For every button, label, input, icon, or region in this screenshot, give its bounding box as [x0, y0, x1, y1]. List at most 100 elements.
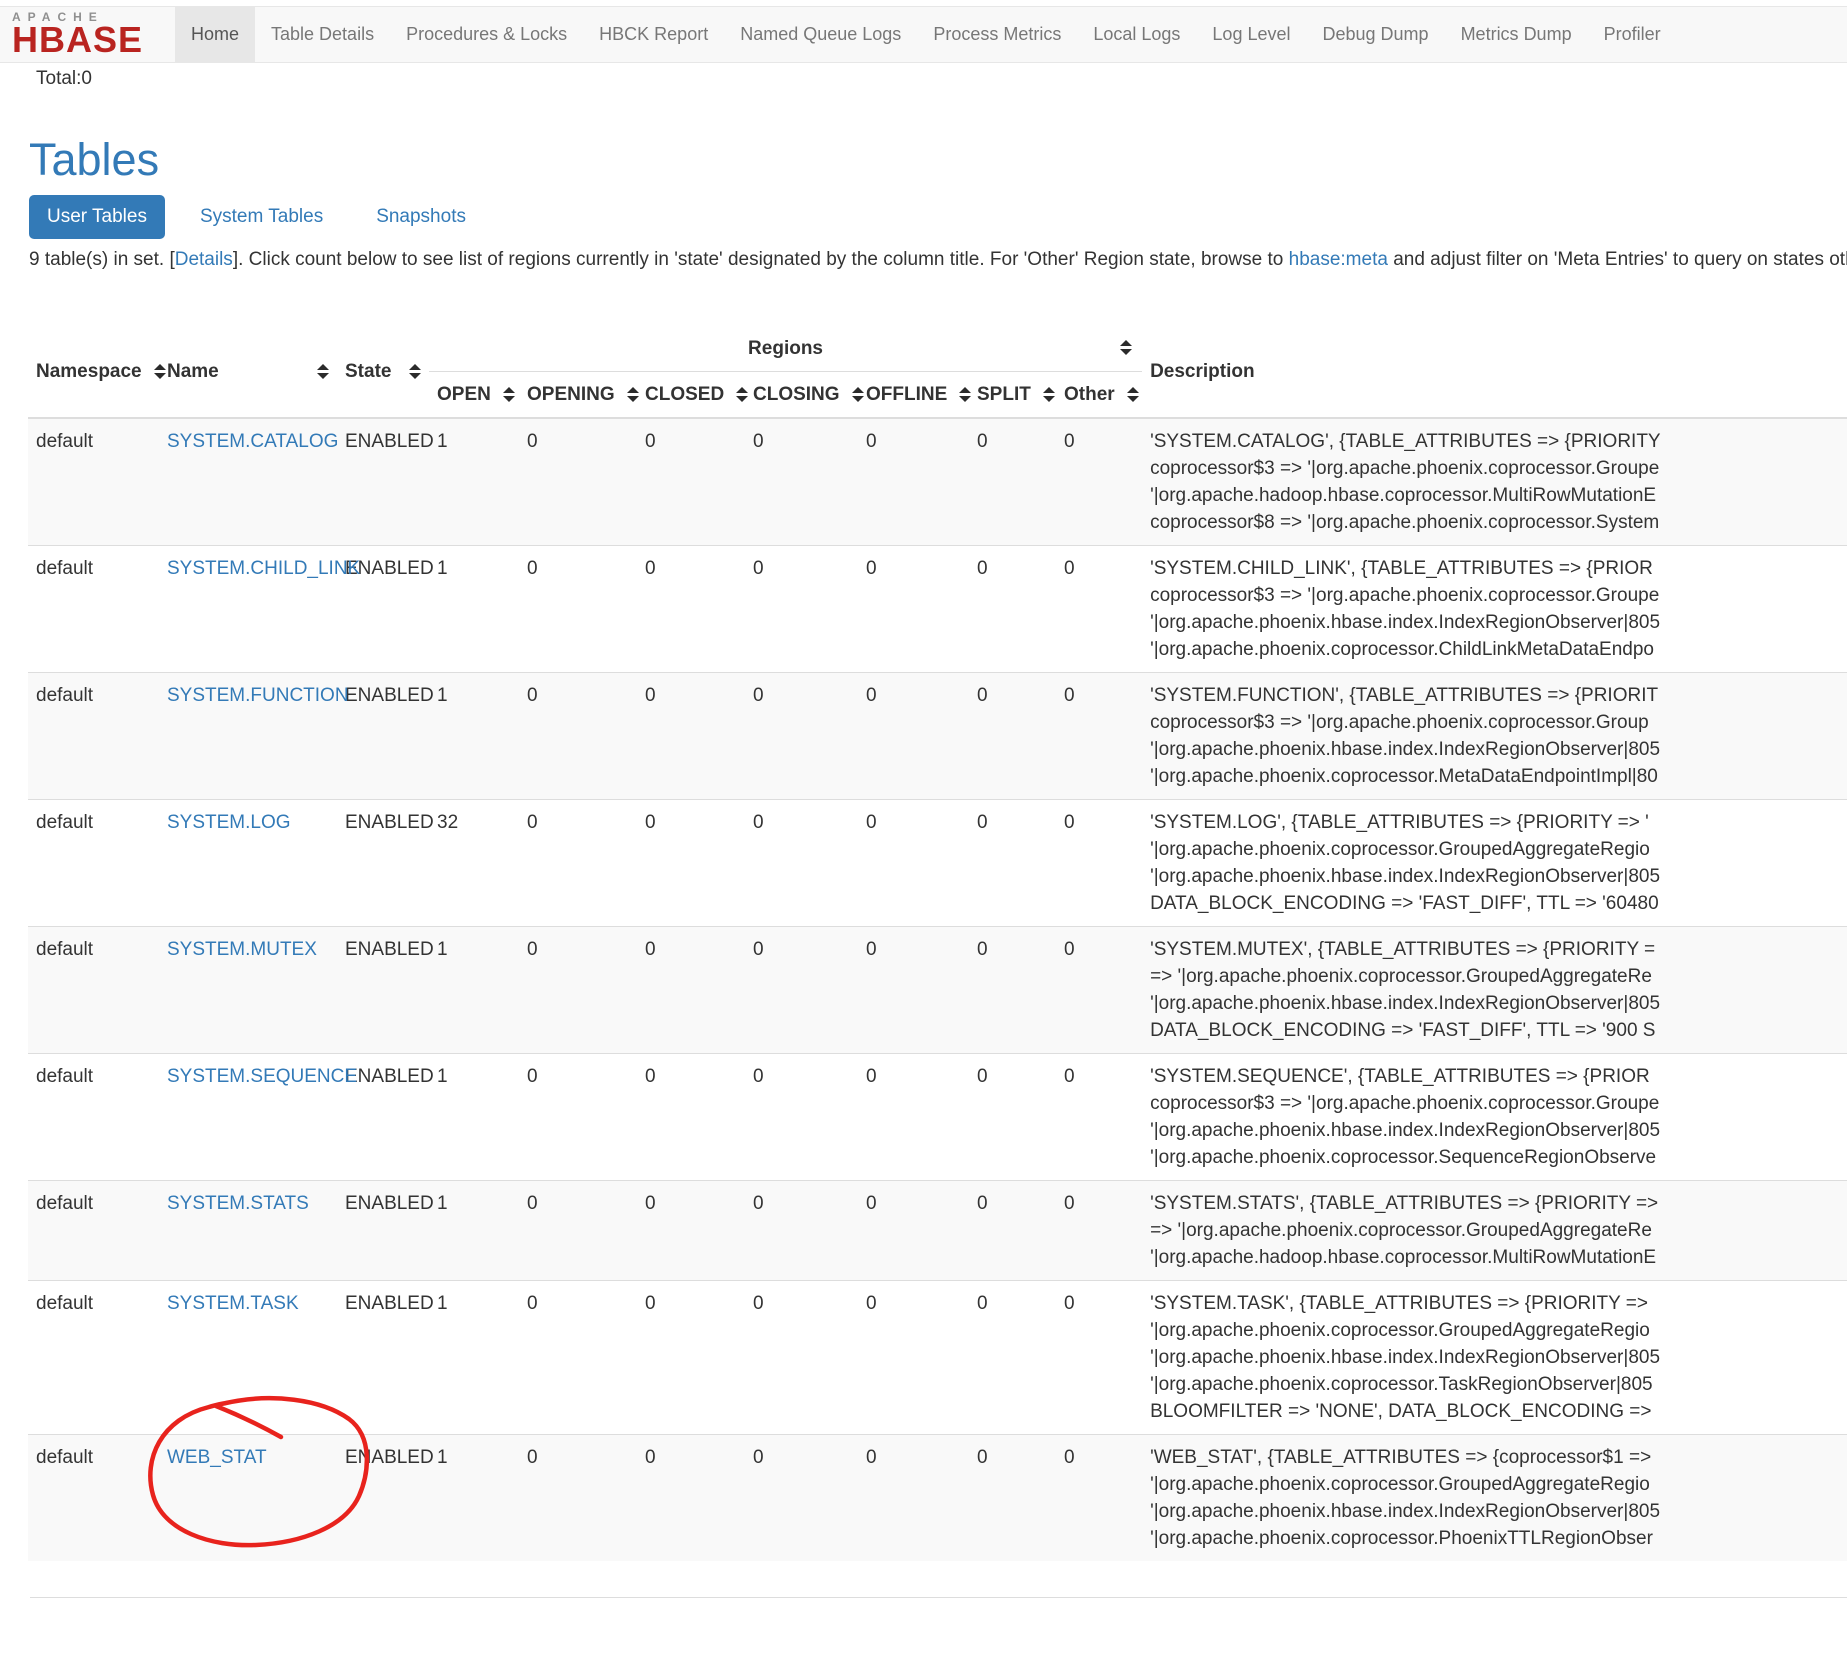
- sort-icon[interactable]: [1120, 340, 1132, 355]
- tab-system-tables[interactable]: System Tables: [182, 195, 341, 239]
- region-count-offline[interactable]: 0: [858, 799, 969, 926]
- region-count-closed[interactable]: 0: [637, 926, 745, 1053]
- region-count-open[interactable]: 32: [429, 799, 519, 926]
- region-count-split[interactable]: 0: [969, 926, 1056, 1053]
- region-count-other[interactable]: 0: [1056, 1280, 1142, 1434]
- region-count-closed[interactable]: 0: [637, 1180, 745, 1280]
- region-count-closing[interactable]: 0: [745, 672, 858, 799]
- table-link-system-function[interactable]: SYSTEM.FUNCTION: [167, 685, 349, 706]
- nav-item-local-logs[interactable]: Local Logs: [1077, 7, 1196, 62]
- nav-item-metrics-dump[interactable]: Metrics Dump: [1445, 7, 1588, 62]
- region-count-offline[interactable]: 0: [858, 672, 969, 799]
- table-link-system-log[interactable]: SYSTEM.LOG: [167, 812, 291, 833]
- region-count-opening[interactable]: 0: [519, 545, 637, 672]
- region-count-open[interactable]: 1: [429, 1180, 519, 1280]
- region-count-split[interactable]: 0: [969, 1434, 1056, 1561]
- region-count-opening[interactable]: 0: [519, 1053, 637, 1180]
- table-link-system-catalog[interactable]: SYSTEM.CATALOG: [167, 431, 338, 452]
- nav-item-procedures-locks[interactable]: Procedures & Locks: [390, 7, 583, 62]
- sort-icon[interactable]: [1043, 387, 1055, 402]
- sort-icon[interactable]: [409, 364, 421, 379]
- nav-item-table-details[interactable]: Table Details: [255, 7, 390, 62]
- details-link[interactable]: Details: [175, 249, 233, 270]
- region-count-closed[interactable]: 0: [637, 418, 745, 546]
- region-count-closed[interactable]: 0: [637, 545, 745, 672]
- table-link-system-sequence[interactable]: SYSTEM.SEQUENCE: [167, 1066, 357, 1087]
- region-count-closing[interactable]: 0: [745, 1053, 858, 1180]
- region-count-closed[interactable]: 0: [637, 1434, 745, 1561]
- region-count-opening[interactable]: 0: [519, 799, 637, 926]
- region-count-offline[interactable]: 0: [858, 418, 969, 546]
- region-count-offline[interactable]: 0: [858, 1180, 969, 1280]
- sort-icon[interactable]: [736, 387, 748, 402]
- region-count-closing[interactable]: 0: [745, 799, 858, 926]
- region-count-closed[interactable]: 0: [637, 1053, 745, 1180]
- table-link-system-mutex[interactable]: SYSTEM.MUTEX: [167, 939, 317, 960]
- region-count-split[interactable]: 0: [969, 1053, 1056, 1180]
- region-count-closing[interactable]: 0: [745, 545, 858, 672]
- sort-icon[interactable]: [959, 387, 971, 402]
- region-count-closed[interactable]: 0: [637, 799, 745, 926]
- region-count-opening[interactable]: 0: [519, 418, 637, 546]
- region-count-closing[interactable]: 0: [745, 1180, 858, 1280]
- table-link-system-child-link[interactable]: SYSTEM.CHILD_LINK: [167, 558, 360, 579]
- region-count-opening[interactable]: 0: [519, 926, 637, 1053]
- region-count-closing[interactable]: 0: [745, 1434, 858, 1561]
- region-count-open[interactable]: 1: [429, 672, 519, 799]
- region-count-offline[interactable]: 0: [858, 1053, 969, 1180]
- tab-snapshots[interactable]: Snapshots: [358, 195, 484, 239]
- sort-icon[interactable]: [1127, 387, 1139, 402]
- region-count-other[interactable]: 0: [1056, 799, 1142, 926]
- region-count-split[interactable]: 0: [969, 418, 1056, 546]
- region-count-split[interactable]: 0: [969, 1280, 1056, 1434]
- region-count-open[interactable]: 1: [429, 1053, 519, 1180]
- hbase-meta-link[interactable]: hbase:meta: [1289, 249, 1388, 270]
- region-count-other[interactable]: 0: [1056, 1180, 1142, 1280]
- region-count-opening[interactable]: 0: [519, 1434, 637, 1561]
- region-count-closing[interactable]: 0: [745, 418, 858, 546]
- region-count-other[interactable]: 0: [1056, 1053, 1142, 1180]
- table-link-web-stat[interactable]: WEB_STAT: [167, 1447, 267, 1468]
- region-count-open[interactable]: 1: [429, 1280, 519, 1434]
- sort-icon[interactable]: [317, 364, 329, 379]
- nav-item-profiler[interactable]: Profiler: [1588, 7, 1677, 62]
- region-count-other[interactable]: 0: [1056, 418, 1142, 546]
- sort-icon[interactable]: [627, 387, 639, 402]
- region-count-split[interactable]: 0: [969, 799, 1056, 926]
- region-count-closing[interactable]: 0: [745, 926, 858, 1053]
- hbase-logo[interactable]: APACHE HBASE: [0, 7, 175, 62]
- region-count-other[interactable]: 0: [1056, 672, 1142, 799]
- region-count-offline[interactable]: 0: [858, 926, 969, 1053]
- region-count-open[interactable]: 1: [429, 418, 519, 546]
- region-count-closing[interactable]: 0: [745, 1280, 858, 1434]
- nav-item-debug-dump[interactable]: Debug Dump: [1307, 7, 1445, 62]
- region-count-split[interactable]: 0: [969, 672, 1056, 799]
- nav-item-named-queue-logs[interactable]: Named Queue Logs: [724, 7, 917, 62]
- region-count-open[interactable]: 1: [429, 926, 519, 1053]
- region-count-opening[interactable]: 0: [519, 1180, 637, 1280]
- region-count-closed[interactable]: 0: [637, 1280, 745, 1434]
- region-count-open[interactable]: 1: [429, 1434, 519, 1561]
- region-count-opening[interactable]: 0: [519, 1280, 637, 1434]
- region-count-open[interactable]: 1: [429, 545, 519, 672]
- nav-item-home[interactable]: Home: [175, 7, 255, 62]
- sort-icon[interactable]: [154, 364, 166, 379]
- region-count-split[interactable]: 0: [969, 1180, 1056, 1280]
- region-count-split[interactable]: 0: [969, 545, 1056, 672]
- region-count-offline[interactable]: 0: [858, 545, 969, 672]
- nav-item-log-level[interactable]: Log Level: [1196, 7, 1306, 62]
- table-link-system-task[interactable]: SYSTEM.TASK: [167, 1293, 299, 1314]
- table-link-system-stats[interactable]: SYSTEM.STATS: [167, 1193, 309, 1214]
- region-count-other[interactable]: 0: [1056, 1434, 1142, 1561]
- nav-item-process-metrics[interactable]: Process Metrics: [917, 7, 1077, 62]
- region-count-offline[interactable]: 0: [858, 1434, 969, 1561]
- region-count-offline[interactable]: 0: [858, 1280, 969, 1434]
- sort-icon[interactable]: [503, 387, 515, 402]
- nav-item-hbck-report[interactable]: HBCK Report: [583, 7, 724, 62]
- region-count-other[interactable]: 0: [1056, 545, 1142, 672]
- sort-icon[interactable]: [852, 387, 864, 402]
- region-count-closed[interactable]: 0: [637, 672, 745, 799]
- region-count-other[interactable]: 0: [1056, 926, 1142, 1053]
- tab-user-tables[interactable]: User Tables: [29, 195, 165, 239]
- region-count-opening[interactable]: 0: [519, 672, 637, 799]
